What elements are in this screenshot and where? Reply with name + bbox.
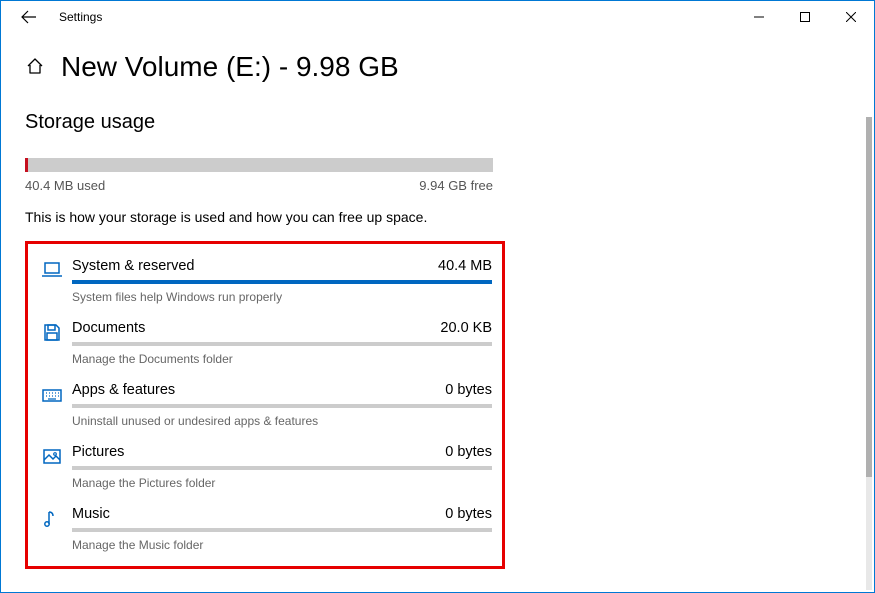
close-icon (846, 12, 856, 22)
back-button[interactable] (9, 1, 49, 33)
category-hint: Uninstall unused or undesired apps & fea… (72, 414, 492, 428)
category-hint: Manage the Pictures folder (72, 476, 492, 490)
category-bar (72, 280, 492, 284)
minimize-button[interactable] (736, 1, 782, 33)
category-size: 40.4 MB (438, 258, 492, 274)
category-apps[interactable]: Apps & features 0 bytes Uninstall unused … (32, 376, 492, 438)
category-size: 0 bytes (445, 382, 492, 398)
category-pictures[interactable]: Pictures 0 bytes Manage the Pictures fold… (32, 438, 492, 500)
category-hint: System files help Windows run properly (72, 290, 492, 304)
save-icon (32, 320, 72, 366)
category-size: 0 bytes (445, 444, 492, 460)
page-header: New Volume (E:) - 9.98 GB (25, 51, 850, 83)
page-title: New Volume (E:) - 9.98 GB (61, 51, 399, 83)
home-icon[interactable] (25, 56, 45, 79)
category-bar (72, 466, 492, 470)
category-name: Apps & features (72, 382, 175, 398)
section-heading: Storage usage (25, 111, 493, 134)
minimize-icon (754, 12, 764, 22)
category-size: 0 bytes (445, 506, 492, 522)
close-button[interactable] (828, 1, 874, 33)
categories-highlight: System & reserved 40.4 MB System files he… (25, 241, 505, 569)
category-name: Documents (72, 320, 145, 336)
category-bar (72, 528, 492, 532)
category-size: 20.0 KB (440, 320, 492, 336)
picture-icon (32, 444, 72, 490)
category-music[interactable]: Music 0 bytes Manage the Music folder (32, 500, 492, 562)
category-bar (72, 404, 492, 408)
maximize-icon (800, 12, 810, 22)
used-label: 40.4 MB used (25, 178, 105, 193)
category-system[interactable]: System & reserved 40.4 MB System files he… (32, 252, 492, 314)
overall-usage-fill (25, 158, 28, 172)
keyboard-icon (32, 382, 72, 428)
maximize-button[interactable] (782, 1, 828, 33)
category-name: Pictures (72, 444, 124, 460)
category-name: Music (72, 506, 110, 522)
titlebar: Settings (1, 1, 874, 33)
app-title: Settings (49, 10, 102, 24)
scrollbar[interactable] (866, 117, 872, 590)
category-hint: Manage the Documents folder (72, 352, 492, 366)
storage-description: This is how your storage is used and how… (25, 209, 493, 225)
overall-usage-bar (25, 158, 493, 172)
scrollbar-thumb[interactable] (866, 117, 872, 477)
free-label: 9.94 GB free (419, 178, 493, 193)
music-icon (32, 506, 72, 552)
laptop-icon (32, 258, 72, 304)
category-hint: Manage the Music folder (72, 538, 492, 552)
back-arrow-icon (21, 9, 37, 25)
category-bar (72, 342, 492, 346)
category-documents[interactable]: Documents 20.0 KB Manage the Documents fo… (32, 314, 492, 376)
category-name: System & reserved (72, 258, 195, 274)
